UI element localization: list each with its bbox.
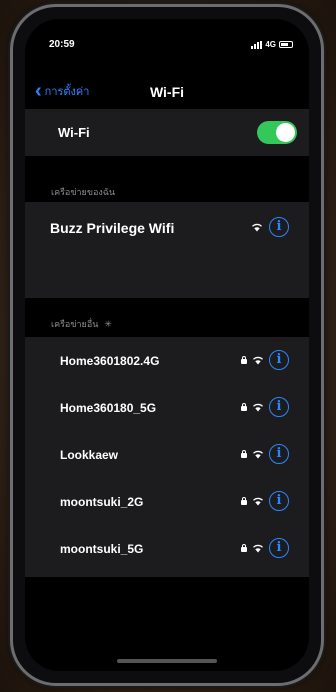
battery-icon	[279, 41, 293, 48]
info-icon[interactable]: i	[269, 217, 289, 237]
network-icons: i	[241, 491, 289, 511]
info-icon[interactable]: i	[269, 444, 289, 464]
wifi-icon	[253, 356, 263, 365]
network-list: Home3601802.4G i Home360180_5G i Lookkae…	[25, 337, 309, 577]
current-network-name: Buzz Privilege Wifi	[50, 220, 175, 236]
wifi-icon	[253, 403, 263, 412]
network-icons: i	[241, 397, 289, 417]
info-icon[interactable]: i	[269, 397, 289, 417]
home-indicator	[117, 659, 217, 663]
status-bar: 20:59 4G	[25, 39, 309, 55]
lock-icon	[241, 450, 247, 458]
network-name: Home360180_5G	[60, 401, 157, 415]
network-name: moontsuki_5G	[60, 542, 144, 556]
network-row[interactable]: Home3601802.4G i	[25, 337, 309, 384]
network-name: Lookkaew	[60, 448, 119, 462]
info-icon[interactable]: i	[269, 350, 289, 370]
network-name: Home3601802.4G	[60, 354, 160, 368]
network-row[interactable]: Home360180_5G i	[25, 384, 309, 431]
info-icon[interactable]: i	[269, 491, 289, 511]
other-networks-header: เครือข่ายอื่น ✳	[51, 317, 112, 331]
status-indicators: 4G	[251, 40, 293, 49]
phone-frame: 20:59 4G ‹ การตั้งค่า Wi-Fi Wi-Fi เครือข…	[10, 4, 324, 686]
wifi-icon	[253, 497, 263, 506]
other-networks-label: เครือข่ายอื่น	[51, 319, 99, 329]
wifi-icon	[252, 223, 262, 232]
lock-icon	[241, 403, 247, 411]
wifi-icon	[253, 544, 263, 553]
wifi-icon	[253, 450, 263, 459]
lock-icon	[241, 544, 247, 552]
network-row[interactable]: moontsuki_2G i	[25, 478, 309, 525]
network-icons: i	[241, 444, 289, 464]
info-icon[interactable]: i	[269, 538, 289, 558]
signal-icon	[251, 40, 263, 49]
nav-bar: ‹ การตั้งค่า Wi-Fi	[25, 74, 309, 110]
page-title: Wi-Fi	[149, 84, 185, 100]
current-network-row[interactable]: Buzz Privilege Wifi i	[25, 202, 309, 298]
my-networks-header: เครือข่ายของฉัน	[51, 187, 116, 197]
wifi-toggle[interactable]	[257, 121, 297, 144]
wifi-toggle-row: Wi-Fi	[25, 109, 309, 156]
network-icons: i	[241, 350, 289, 370]
current-network-icons: i	[251, 217, 289, 237]
wifi-label: Wi-Fi	[58, 125, 90, 140]
network-row[interactable]: moontsuki_5G i	[25, 525, 309, 572]
network-type: 4G	[265, 40, 276, 49]
lock-icon	[241, 497, 247, 505]
spinner-icon: ✳	[104, 319, 112, 329]
network-row[interactable]: Lookkaew i	[25, 431, 309, 478]
network-icons: i	[241, 538, 289, 558]
status-time: 20:59	[49, 39, 75, 50]
lock-icon	[241, 356, 247, 364]
screen: 20:59 4G ‹ การตั้งค่า Wi-Fi Wi-Fi เครือข…	[25, 19, 309, 671]
network-name: moontsuki_2G	[60, 495, 144, 509]
